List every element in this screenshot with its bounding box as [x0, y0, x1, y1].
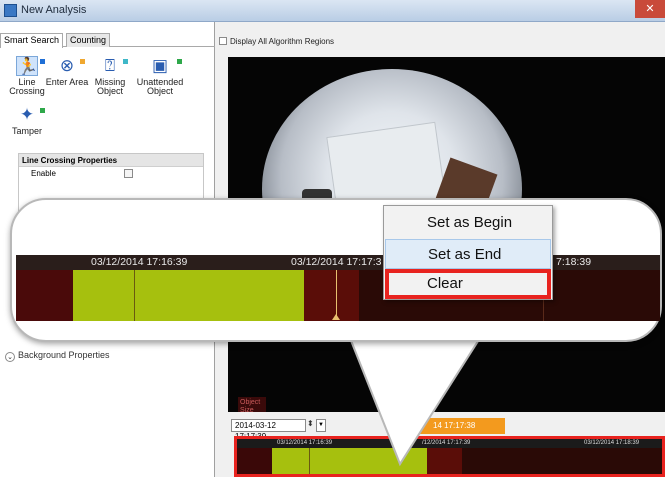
- zoomed-timeline-stamps: 03/12/2014 17:16:39 03/12/2014 17:17:3 7…: [16, 255, 660, 270]
- tool-tamper[interactable]: ✦ Tamper: [4, 105, 50, 136]
- enable-label: Enable: [31, 169, 56, 178]
- spinner-icon[interactable]: ⬍: [307, 419, 314, 428]
- enable-checkbox[interactable]: [124, 169, 133, 178]
- display-all-option[interactable]: Display All Algorithm Regions: [219, 37, 334, 46]
- enter-area-icon: ⊗: [59, 56, 75, 75]
- recorded-segment: [73, 270, 304, 321]
- tool-missing-object[interactable]: ⍰ Missing Object: [87, 56, 133, 96]
- title-bar: New Analysis ✕: [0, 0, 665, 22]
- display-all-label: Display All Algorithm Regions: [230, 37, 335, 46]
- callout-tail: [350, 338, 480, 467]
- timeline-segment: [16, 270, 73, 321]
- timestamp: 03/12/2014 17:16:39: [277, 440, 333, 446]
- display-all-checkbox[interactable]: [219, 37, 227, 45]
- timestamp: 03/12/2014 17:18:39: [584, 440, 640, 446]
- app-icon: [4, 4, 17, 17]
- context-menu: Set as Begin Set as End Clear: [383, 205, 553, 300]
- missing-object-icon: ⍰: [104, 56, 116, 75]
- tool-label: Enter Area: [45, 77, 89, 87]
- tool-label: Line Crossing: [9, 77, 45, 96]
- tool-label: Tamper: [11, 126, 42, 136]
- timestamp: 03/12/2014 17:17:3: [291, 256, 382, 268]
- enable-row: Enable: [19, 167, 203, 181]
- close-button[interactable]: ✕: [635, 0, 665, 18]
- tool-marker: [80, 59, 85, 64]
- tamper-icon: ✦: [19, 105, 35, 124]
- tab-counting[interactable]: Counting: [66, 33, 111, 47]
- tool-marker: [40, 108, 45, 113]
- menu-item-set-as-end[interactable]: Set as End: [385, 239, 551, 269]
- background-properties-label: Background Properties: [18, 350, 110, 360]
- menu-item-set-as-begin[interactable]: Set as Begin: [385, 208, 551, 238]
- timeline-segment: [462, 448, 662, 474]
- app-window: { "window": { "title": "New Analysis", "…: [0, 0, 665, 477]
- datetime-field[interactable]: 2014-03-12 17:17:39: [231, 419, 306, 441]
- segment-divider: [309, 448, 310, 474]
- timeline-segment: [237, 448, 272, 474]
- window-title: New Analysis: [21, 4, 87, 16]
- timestamp: 7:18:39: [556, 256, 592, 268]
- playhead[interactable]: [336, 270, 337, 318]
- timestamp: 03/12/2014 17:16:39: [91, 256, 188, 268]
- properties-header: Line Crossing Properties: [19, 154, 203, 167]
- tool-marker: [177, 59, 182, 64]
- line-crossing-icon: 🏃: [16, 56, 39, 76]
- tool-marker: [123, 59, 128, 64]
- playhead-handle-icon[interactable]: [332, 314, 340, 320]
- zoomed-timeline[interactable]: 03/12/2014 17:16:39 03/12/2014 17:17:3 7…: [16, 255, 660, 321]
- object-size-label: Object Size: [238, 397, 266, 412]
- unattended-object-icon: ▣: [151, 56, 169, 75]
- tool-label: Missing Object: [94, 77, 126, 96]
- tool-label: Unattended Object: [136, 77, 184, 96]
- tab-smart-search[interactable]: Smart Search: [0, 33, 64, 48]
- tab-strip: Smart Search Counting: [0, 33, 215, 48]
- dropdown-icon[interactable]: ▼: [316, 419, 326, 432]
- menu-item-clear[interactable]: Clear: [385, 269, 551, 299]
- background-properties[interactable]: ⌄ Background Properties: [5, 350, 110, 362]
- segment-divider: [134, 270, 135, 321]
- expand-icon[interactable]: ⌄: [5, 352, 15, 362]
- tool-unattended-object[interactable]: ▣ Unattended Object: [133, 56, 187, 96]
- tool-enter-area[interactable]: ⊗ Enter Area: [44, 56, 90, 87]
